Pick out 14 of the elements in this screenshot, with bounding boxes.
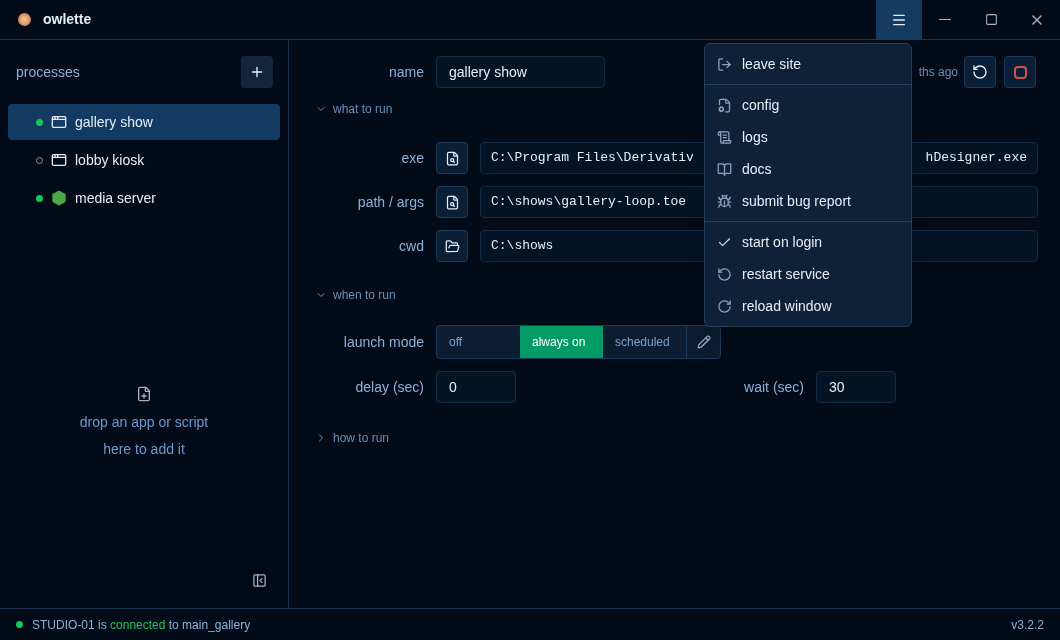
field-label: cwd	[399, 236, 424, 256]
version-label: v3.2.2	[1011, 616, 1044, 634]
field-label: path / args	[357, 192, 424, 212]
drop-hint: here to add it	[103, 440, 185, 459]
drop-hint: drop an app or script	[79, 413, 209, 432]
field-label: wait (sec)	[744, 377, 804, 397]
sidebar-title: processes	[16, 62, 80, 82]
field-label: name	[388, 62, 424, 82]
field-label: delay (sec)	[355, 377, 424, 397]
field-label: launch mode	[343, 332, 424, 352]
connection-status: STUDIO-01 is connected to main_gallery	[32, 616, 251, 634]
modified-time: ths ago	[918, 64, 958, 81]
window-title: owlette	[43, 10, 92, 29]
field-label: exe	[401, 148, 424, 168]
